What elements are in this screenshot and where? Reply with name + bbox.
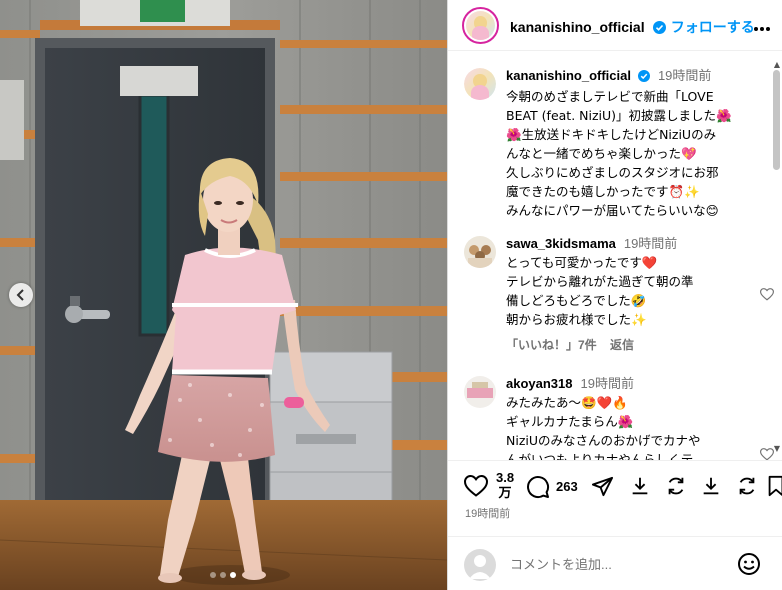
refresh-icon xyxy=(668,477,684,495)
like-count-unit: 万 xyxy=(498,485,512,500)
verified-badge-icon xyxy=(637,68,650,87)
download-icon xyxy=(632,477,648,495)
refresh-icon xyxy=(739,477,755,495)
default-user-icon xyxy=(469,555,491,579)
current-user-avatar xyxy=(464,549,496,581)
comment-like-button[interactable] xyxy=(759,286,775,305)
comment-composer xyxy=(448,536,782,590)
comment-count[interactable]: 263 xyxy=(556,479,578,494)
comment-line: とっても可愛かったです❤️ xyxy=(506,255,658,270)
more-options-button[interactable] xyxy=(753,17,771,36)
chevron-left-icon xyxy=(16,289,24,301)
verified-badge-icon xyxy=(652,19,666,38)
comment-line: 備しどろもどろでした🤣 xyxy=(506,293,647,308)
comment-body: sawa_3kidsmama 19時間前 とっても可愛かったです❤️ テレビから… xyxy=(506,234,754,329)
caption-line: んなと一緒でめちゃ楽しかった💖 xyxy=(506,146,697,161)
commenter-avatar[interactable] xyxy=(464,376,496,408)
author-avatar[interactable] xyxy=(462,7,499,44)
caption-time[interactable]: 19時間前 xyxy=(658,68,711,83)
caption-line: みんなにパワーが届いてたらいいな😊 xyxy=(506,203,719,218)
comment-time[interactable]: 19時間前 xyxy=(580,376,633,391)
like-count-value: 3.8 xyxy=(496,470,515,485)
caption-line: 魔できたのも嬉しかったです⏰✨ xyxy=(506,184,700,199)
comment-time[interactable]: 19時間前 xyxy=(624,236,677,251)
follow-button[interactable]: フォローする xyxy=(671,19,755,35)
caption-username[interactable]: kananishino_official xyxy=(506,68,631,83)
heart-outline-icon xyxy=(759,288,775,301)
author-username[interactable]: kananishino_official xyxy=(510,19,645,35)
scrollbar-thumb[interactable] xyxy=(773,70,780,170)
caption-body: kananishino_official 19時間前 今朝のめざましテレビで新曲… xyxy=(506,66,754,220)
heart-outline-icon xyxy=(463,474,489,497)
like-button[interactable] xyxy=(463,474,489,501)
commenter-avatar[interactable] xyxy=(464,236,496,268)
comment-like-button[interactable] xyxy=(759,446,775,460)
download-icon xyxy=(703,477,719,495)
slide-dot xyxy=(220,572,226,578)
comment-button[interactable] xyxy=(526,475,550,503)
comment-likes[interactable]: 「いいね！」7件 xyxy=(506,338,597,352)
like-count[interactable]: 3.8 万 xyxy=(496,470,514,500)
comment-line: テレビから離れがた過ぎて朝の準 xyxy=(506,274,694,289)
comment-meta: 「いいね！」7件 返信 xyxy=(506,336,644,353)
download-button[interactable] xyxy=(629,475,651,501)
commenter-username[interactable]: akoyan318 xyxy=(506,376,573,391)
commenter-username[interactable]: sawa_3kidsmama xyxy=(506,236,616,251)
slide-indicator xyxy=(210,572,236,578)
paper-plane-icon xyxy=(591,476,614,497)
save-button[interactable] xyxy=(766,475,782,501)
caption-line: 🌺生放送ドキドキしたけどNiziUのみ xyxy=(506,127,717,142)
more-horizontal-icon xyxy=(754,27,770,31)
scroll-up-arrow-icon[interactable]: ▲ xyxy=(774,60,780,69)
caption-line: 今朝のめざましテレビで新曲「LOVE xyxy=(506,89,714,104)
smiley-icon xyxy=(738,553,760,575)
comments-list[interactable]: kananishino_official 19時間前 今朝のめざましテレビで新曲… xyxy=(448,52,782,460)
share-button[interactable] xyxy=(591,475,614,502)
reply-button[interactable]: 返信 xyxy=(610,338,634,352)
repost-button-2[interactable] xyxy=(736,475,758,501)
bookmark-icon xyxy=(768,475,782,497)
action-bar: 3.8 万 263 19時間前 xyxy=(448,460,782,530)
repost-button[interactable] xyxy=(665,475,687,501)
comment-bubble-icon xyxy=(527,476,550,499)
post-details-panel: kananishino_official フォローする kananishino_… xyxy=(447,0,782,590)
comment-line: みたみたあ〜🤩❤️🔥 xyxy=(506,395,628,410)
caption-line: 久しぶりにめざましのスタジオにお邪 xyxy=(506,165,719,180)
post-header: kananishino_official フォローする xyxy=(448,0,782,51)
post-photo[interactable] xyxy=(0,0,447,590)
comment-line: ギャルカナたまらん🌺 xyxy=(506,414,634,429)
comment-line: んがいつもよりカナやんらしくテ xyxy=(506,452,694,460)
caption-author-avatar[interactable] xyxy=(464,68,496,100)
caption-line: BEAT (feat. NiziU)」初披露しました🌺 xyxy=(506,108,732,123)
emoji-button[interactable] xyxy=(737,552,761,580)
slide-dot xyxy=(210,572,216,578)
scroll-down-arrow-icon[interactable]: ▼ xyxy=(774,444,780,453)
download-button-2[interactable] xyxy=(700,475,722,501)
slide-dot-active xyxy=(230,572,236,578)
previous-slide-button[interactable] xyxy=(9,283,33,307)
post-image xyxy=(0,0,447,590)
posted-time[interactable]: 19時間前 xyxy=(465,505,510,521)
comment-input[interactable] xyxy=(510,554,730,574)
heart-outline-icon xyxy=(759,448,775,460)
comment-body: akoyan318 19時間前 みたみたあ〜🤩❤️🔥 ギャルカナたまらん🌺 Ni… xyxy=(506,374,754,460)
comment-line: 朝からお疲れ様でした✨ xyxy=(506,312,647,327)
comment-line: NiziUのみなさんのおかげでカナや xyxy=(506,433,701,448)
